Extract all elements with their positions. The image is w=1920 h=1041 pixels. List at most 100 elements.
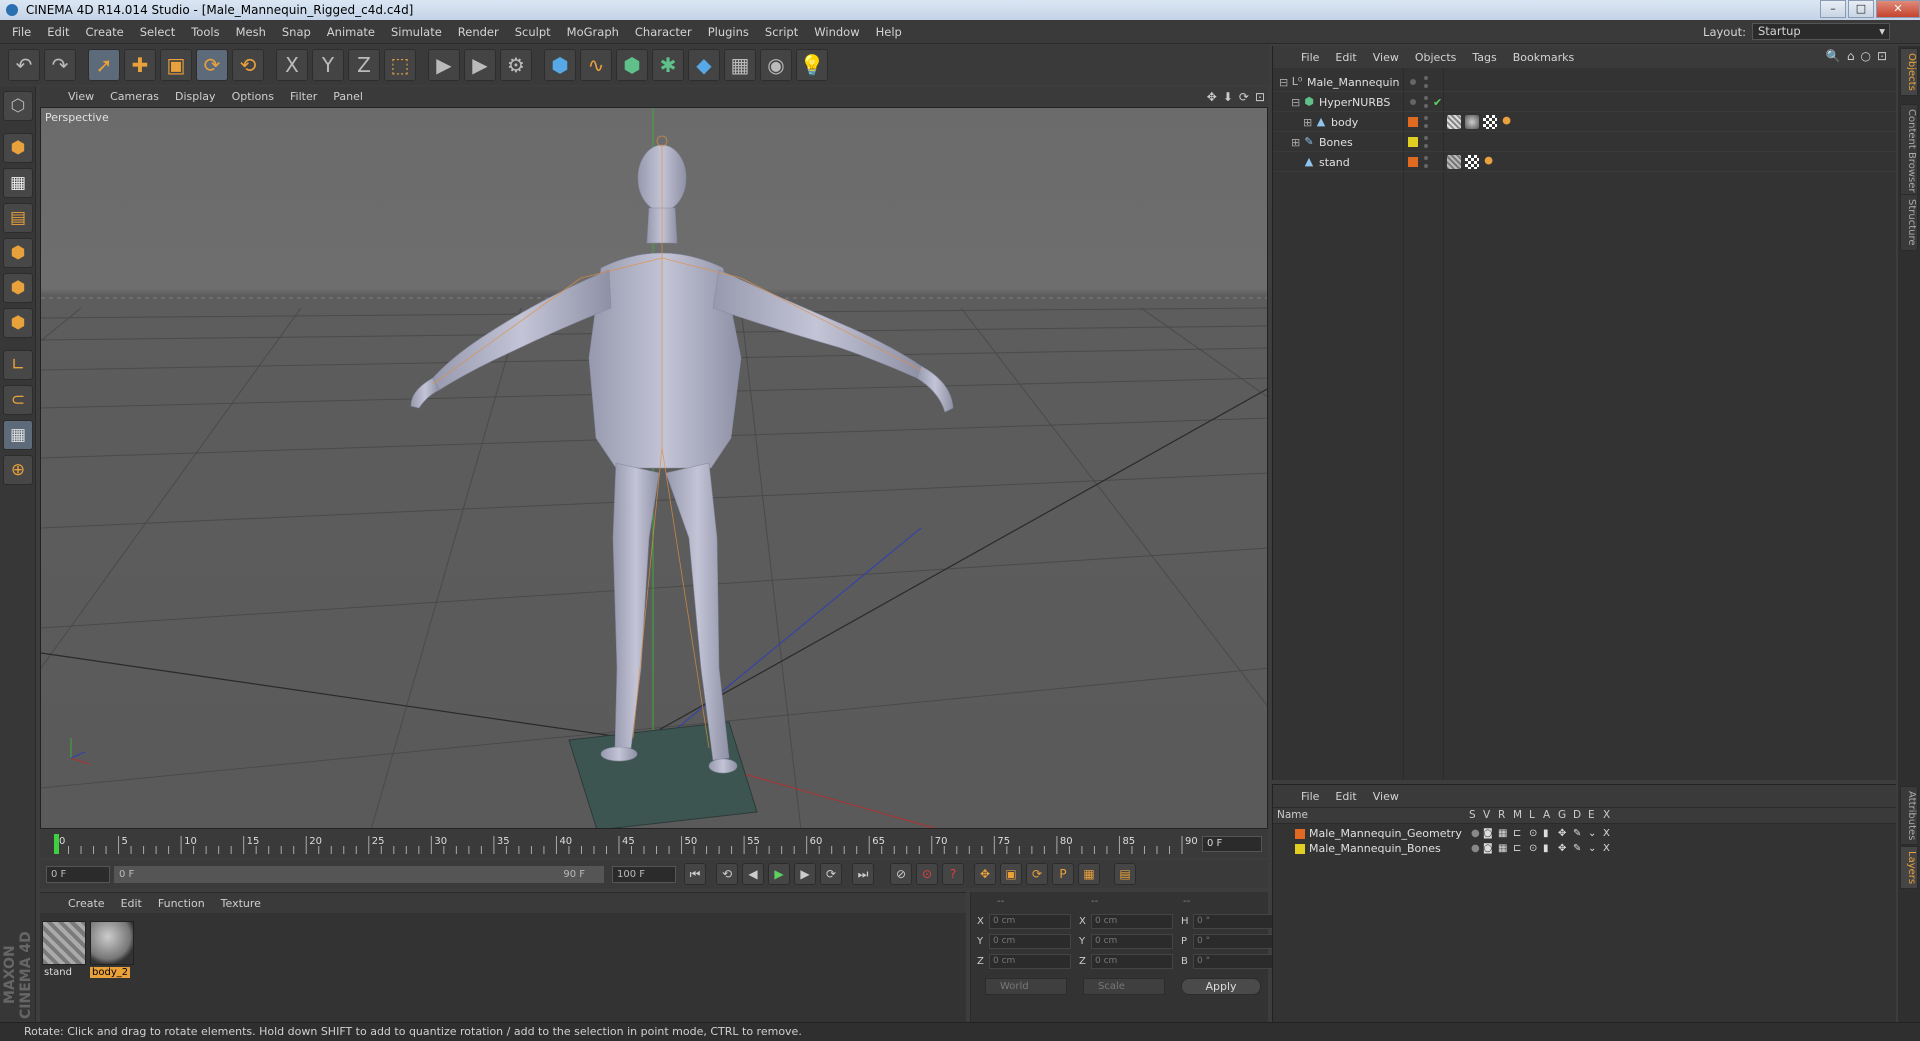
layer-dot[interactable] [1410,79,1416,85]
layer-color-swatch[interactable] [1408,117,1418,127]
current-frame-field[interactable]: 0 F [1202,836,1262,852]
preview-range-slider[interactable]: 0 F 90 F [114,865,604,883]
expand-toggle[interactable]: ⊞ [1291,136,1300,149]
uvw-tag-icon[interactable] [1483,115,1497,129]
column-animation[interactable]: A [1543,809,1550,821]
key-scale-icon[interactable]: ▣ [1000,863,1022,885]
expression-icon[interactable]: ⌄ [1588,843,1596,854]
model-mode-icon[interactable]: ⬢ [3,133,33,163]
objects-menu-bookmarks[interactable]: Bookmarks [1505,51,1582,64]
previous-key-icon[interactable]: ⟲ [716,863,738,885]
render-visibility-dot[interactable] [1424,124,1428,128]
snap-grid-icon[interactable]: ▦ [3,420,33,450]
objects-menu-objects[interactable]: Objects [1407,51,1465,64]
material-menu-texture[interactable]: Texture [213,897,269,910]
lock-icon[interactable]: ⊙ [1529,843,1537,854]
rotation-h-field[interactable]: 0 ° [1193,914,1275,929]
layer-color-swatch[interactable] [1295,844,1305,854]
column-locked[interactable]: L [1529,809,1535,821]
make-editable-icon[interactable]: ⬡ [3,91,33,121]
deformer-icon[interactable]: ✎ [1573,843,1581,854]
viewport-menu-filter[interactable]: Filter [282,90,325,103]
toggle-view-icon[interactable]: ⊡ [1255,90,1265,104]
position-y-field[interactable]: 0 cm [989,934,1071,949]
array-icon[interactable]: ✱ [652,49,684,81]
timeline-window-icon[interactable]: ▤ [1114,863,1136,885]
column-view[interactable]: V [1483,809,1490,821]
next-frame-icon[interactable]: ▶ [794,863,816,885]
collapse-toggle[interactable]: ⊟ [1279,76,1288,89]
stand-object[interactable] [568,721,758,829]
viewport-menu-cameras[interactable]: Cameras [102,90,167,103]
menu-tools[interactable]: Tools [183,25,227,39]
points-mode-icon[interactable]: ⬢ [3,238,33,268]
viewport-menu-options[interactable]: Options [224,90,282,103]
layers-menu-edit[interactable]: Edit [1327,790,1364,803]
menu-window[interactable]: Window [806,25,867,39]
menu-sculpt[interactable]: Sculpt [507,25,559,39]
close-button[interactable]: ✕ [1876,0,1920,18]
material-stand-swatch[interactable] [42,921,86,965]
undo-icon[interactable]: ↶ [8,49,40,81]
minimize-button[interactable]: – [1820,0,1846,18]
playhead[interactable] [54,834,59,854]
menu-plugins[interactable]: Plugins [700,25,757,39]
render-visibility-dot[interactable] [1424,84,1428,88]
object-row-male-mannequin[interactable]: ⊟ L⁰ Male_Mannequin [1273,73,1897,92]
editor-visibility-dot[interactable] [1424,136,1428,140]
scene-floor-icon[interactable]: ▦ [724,49,756,81]
tab-objects[interactable]: Objects [1900,48,1918,96]
texture-mode-icon[interactable]: ▦ [3,168,33,198]
column-solo[interactable]: S [1469,809,1476,821]
edges-mode-icon[interactable]: ⬢ [3,273,33,303]
menu-simulate[interactable]: Simulate [383,25,450,39]
autokey-icon[interactable]: ⊘ [890,863,912,885]
menu-edit[interactable]: Edit [39,25,77,39]
solo-dot-icon[interactable]: ● [1471,843,1480,854]
tab-layers[interactable]: Layers [1900,846,1918,890]
menu-animate[interactable]: Animate [319,25,383,39]
weight-tag-icon[interactable] [1447,115,1461,129]
coordinate-type-dropdown[interactable]: Scale [1083,978,1165,995]
objects-menu-file[interactable]: File [1293,51,1327,64]
menu-create[interactable]: Create [78,25,132,39]
layer-color-swatch[interactable] [1408,137,1418,147]
object-row-body[interactable]: ⊞ ▲ body [1273,113,1897,132]
render-visibility-dot[interactable] [1424,104,1428,108]
manager-icon[interactable]: ⊏ [1513,843,1521,854]
cube-object-icon[interactable]: ⬢ [544,49,576,81]
size-z-field[interactable]: 0 cm [1091,954,1173,969]
material-menu-create[interactable]: Create [60,897,113,910]
expand-toggle[interactable]: ⊞ [1303,116,1312,129]
position-x-field[interactable]: 0 cm [989,914,1071,929]
coordinate-mode-dropdown[interactable]: World [985,978,1067,995]
object-row-hypernurbs[interactable]: ⊟ ⬢ HyperNURBS ✔ [1273,93,1897,112]
menu-script[interactable]: Script [757,25,806,39]
layer-color-swatch[interactable] [1295,829,1305,839]
dolly-icon[interactable]: ⬇ [1223,90,1233,104]
render-icon[interactable]: ▦ [1498,843,1507,854]
layer-row-geometry[interactable]: Male_Mannequin_Geometry ● ◙ ▦ ⊏ ⊙ ▮ ✥ ✎ … [1273,827,1897,842]
material-tag-icon[interactable] [1465,115,1479,129]
column-manager[interactable]: M [1513,809,1522,821]
layer-color-swatch[interactable] [1408,157,1418,167]
objects-menu-tags[interactable]: Tags [1464,51,1504,64]
key-parameter-icon[interactable]: P [1052,863,1074,885]
selection-tag-icon[interactable] [1483,155,1497,169]
workplane-icon[interactable]: ▤ [3,203,33,233]
animation-icon[interactable]: ▮ [1543,843,1549,854]
editor-visibility-dot[interactable] [1424,116,1428,120]
camera-icon[interactable]: ◉ [760,49,792,81]
go-to-start-icon[interactable]: ⏮ [684,863,706,885]
xref-icon[interactable]: X [1603,843,1610,854]
lock-icon[interactable]: ⊙ [1529,828,1537,839]
render-icon[interactable]: ▦ [1498,828,1507,839]
scale-icon[interactable]: ▣ [160,49,192,81]
rotation-p-field[interactable]: 0 ° [1193,934,1275,949]
world-coordinates-icon[interactable]: ⬚ [384,49,416,81]
end-frame-field[interactable]: 100 F [612,865,676,883]
position-z-field[interactable]: 0 cm [989,954,1071,969]
recent-tool-icon[interactable]: ⟲ [232,49,264,81]
pan-icon[interactable]: ✥ [1207,90,1217,104]
editor-visibility-dot[interactable] [1424,156,1428,160]
